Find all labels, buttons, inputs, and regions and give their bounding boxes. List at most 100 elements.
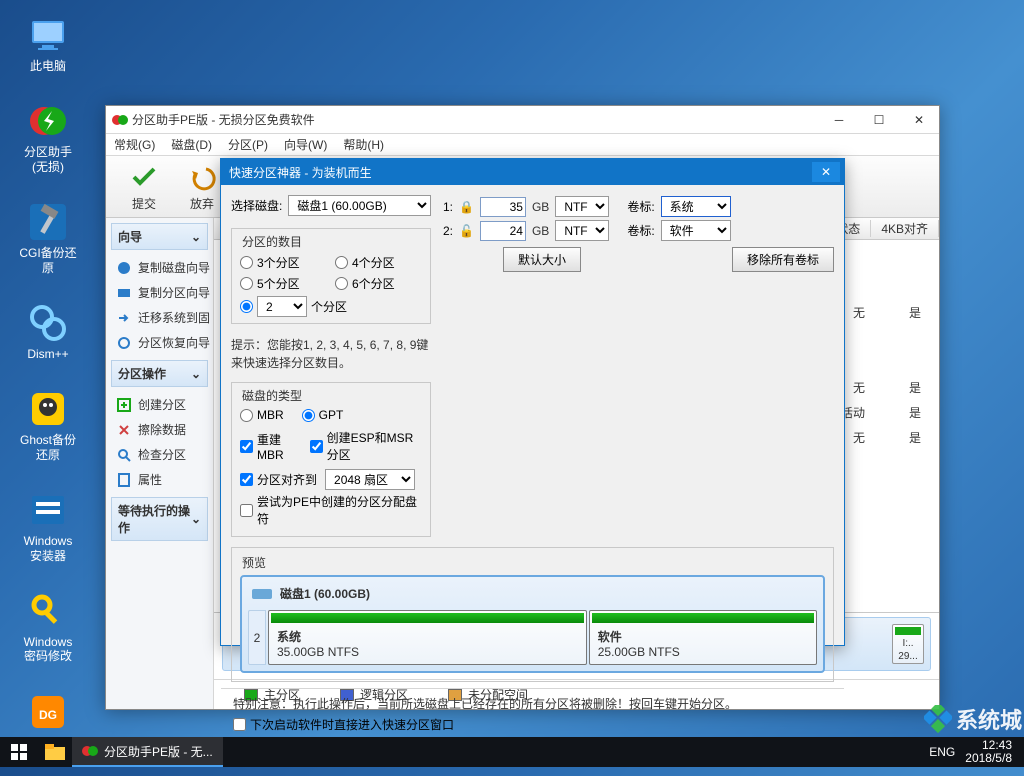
toolbar-commit[interactable]: 提交	[116, 157, 172, 216]
dialog-title-bar[interactable]: 快速分区神器 - 为装机而生 ✕	[221, 159, 844, 185]
volume-select-1[interactable]: 系统	[661, 196, 731, 217]
disk-type-group: 磁盘的类型 MBR GPT 重建MBR 创建ESP和MSR分区 分区对齐到 20…	[231, 382, 431, 537]
preview-count: 2	[248, 610, 266, 665]
custom-count-select[interactable]: 2	[257, 296, 307, 317]
taskbar-explorer[interactable]	[38, 737, 72, 767]
fs-select-1[interactable]: NTFS	[555, 196, 609, 217]
maximize-button[interactable]: ☐	[859, 106, 899, 134]
size-input-2[interactable]	[480, 221, 526, 241]
menu-help[interactable]: 帮助(H)	[343, 136, 384, 153]
undo-icon	[186, 161, 218, 193]
check-partition-icon	[116, 447, 132, 463]
tray-lang[interactable]: ENG	[929, 745, 955, 759]
select-disk-label: 选择磁盘:	[231, 197, 282, 214]
desktop-icons: 此电脑 分区助手(无损) CGI备份还原 Dism++ Ghost备份还原 Wi…	[18, 15, 78, 764]
checkbox-rebuild-mbr[interactable]: 重建MBR	[240, 429, 300, 463]
check-icon	[128, 161, 160, 193]
start-button[interactable]	[0, 737, 38, 767]
hint-text: 提示：您能按1, 2, 3, 4, 5, 6, 7, 8, 9键来快速选择分区数…	[231, 336, 431, 372]
sidebar-item-properties[interactable]: 属性	[106, 467, 213, 492]
title-bar[interactable]: 分区助手PE版 - 无损分区免费软件 ─ ☐ ✕	[106, 106, 939, 134]
desktop-icon-dism[interactable]: Dism++	[18, 303, 78, 361]
chevron-icon: ⌄	[191, 512, 201, 526]
desktop-icon-this-pc[interactable]: 此电脑	[18, 15, 78, 73]
folder-icon	[45, 744, 65, 760]
close-button[interactable]: ✕	[899, 106, 939, 134]
disk-icon	[252, 587, 272, 601]
sidebar-section-wizard[interactable]: 向导⌄	[111, 223, 208, 250]
preview-partition-2[interactable]: 软件25.00GB NTFS	[589, 610, 817, 665]
align-select[interactable]: 2048 扇区	[325, 469, 415, 490]
sidebar-item-create[interactable]: 创建分区	[106, 392, 213, 417]
windows-icon	[11, 744, 27, 760]
remove-labels-button[interactable]: 移除所有卷标	[732, 247, 834, 272]
lock-icon[interactable]: 🔓	[459, 224, 474, 238]
preview-partition-1[interactable]: 系统35.00GB NTFS	[268, 610, 587, 665]
default-size-button[interactable]: 默认大小	[503, 247, 581, 272]
menu-partition[interactable]: 分区(P)	[228, 136, 268, 153]
sidebar-section-operations[interactable]: 分区操作⌄	[111, 360, 208, 387]
menu-general[interactable]: 常规(G)	[114, 136, 155, 153]
preview-disk: 磁盘1 (60.00GB) 2 系统35.00GB NTFS 软件25.00GB…	[240, 575, 825, 673]
pc-icon	[28, 15, 68, 55]
desktop-icon-partition-assist[interactable]: 分区助手(无损)	[18, 101, 78, 174]
sidebar-item-copy-partition[interactable]: 复制分区向导	[106, 280, 213, 305]
partition-icon	[28, 101, 68, 141]
checkbox-direct-enter[interactable]: 下次启动软件时直接进入快速分区窗口	[233, 716, 832, 733]
menu-wizard[interactable]: 向导(W)	[284, 136, 327, 153]
partition-copy-icon	[116, 285, 132, 301]
gear-icon	[28, 303, 68, 343]
desktop-icon-cgi[interactable]: CGI备份还原	[18, 202, 78, 275]
fs-select-2[interactable]: NTFS	[555, 220, 609, 241]
checkbox-align[interactable]: 分区对齐到 2048 扇区	[240, 469, 422, 490]
size-input-1[interactable]	[480, 197, 526, 217]
preview-group: 预览 磁盘1 (60.00GB) 2 系统35.00GB NTFS 软件25.0…	[231, 547, 834, 682]
sidebar-item-wipe[interactable]: 擦除数据	[106, 417, 213, 442]
warning-text: 特别注意：执行此操作后，当前所选磁盘上已经存在的所有分区将被删除！按回车键开始分…	[233, 695, 832, 712]
sidebar-section-pending[interactable]: 等待执行的操作⌄	[111, 497, 208, 541]
disk-partition-i[interactable]: I:..29...	[892, 624, 924, 664]
volume-select-2[interactable]: 软件	[661, 220, 731, 241]
checkbox-create-esp[interactable]: 创建ESP和MSR分区	[310, 429, 422, 463]
checkbox-pe-letter[interactable]: 尝试为PE中创建的分区分配盘符	[240, 493, 422, 527]
radio-4-partitions[interactable]: 4个分区	[335, 254, 422, 271]
menu-bar: 常规(G) 磁盘(D) 分区(P) 向导(W) 帮助(H)	[106, 134, 939, 156]
desktop-icon-password[interactable]: Windows密码修改	[18, 591, 78, 664]
app-icon	[82, 743, 98, 759]
sidebar-item-recover[interactable]: 分区恢复向导	[106, 330, 213, 355]
dialog-close-button[interactable]: ✕	[812, 162, 840, 182]
watermark: 系统城	[924, 703, 1022, 735]
col-4kb[interactable]: 4KB对齐	[871, 220, 939, 237]
lock-icon[interactable]: 🔒	[459, 200, 474, 214]
radio-6-partitions[interactable]: 6个分区	[335, 275, 422, 292]
taskbar: 分区助手PE版 - 无... ENG 12:43 2018/5/8	[0, 737, 1024, 767]
app-icon	[112, 112, 128, 128]
create-icon	[116, 397, 132, 413]
watermark-logo	[924, 705, 952, 733]
menu-disk[interactable]: 磁盘(D)	[171, 136, 212, 153]
sidebar: 向导⌄ 复制磁盘向导 复制分区向导 迁移系统到固 分区恢复向导 分区操作⌄ 创建…	[106, 218, 214, 709]
desktop-icon-wininst[interactable]: Windows安装器	[18, 490, 78, 563]
radio-gpt[interactable]: GPT	[302, 408, 344, 422]
sidebar-item-copy-disk[interactable]: 复制磁盘向导	[106, 255, 213, 280]
hammer-icon	[28, 202, 68, 242]
desktop-icon-ghost[interactable]: Ghost备份还原	[18, 389, 78, 462]
ghost-icon	[28, 389, 68, 429]
sidebar-item-check[interactable]: 检查分区	[106, 442, 213, 467]
radio-3-partitions[interactable]: 3个分区	[240, 254, 327, 271]
dialog-title: 快速分区神器 - 为装机而生	[229, 164, 812, 181]
installer-icon	[28, 490, 68, 530]
disk-select[interactable]: 磁盘1 (60.00GB)	[288, 195, 431, 216]
svg-text:DG: DG	[39, 708, 57, 722]
partition-row-1: 1: 🔒 GB NTFS 卷标: 系统	[443, 196, 834, 217]
minimize-button[interactable]: ─	[819, 106, 859, 134]
radio-5-partitions[interactable]: 5个分区	[240, 275, 327, 292]
partition-row-2: 2: 🔓 GB NTFS 卷标: 软件	[443, 220, 834, 241]
taskbar-app[interactable]: 分区助手PE版 - 无...	[72, 737, 223, 767]
tray-date[interactable]: 2018/5/8	[965, 752, 1012, 765]
radio-custom-partitions[interactable]: 2 个分区	[240, 296, 422, 317]
radio-mbr[interactable]: MBR	[240, 408, 284, 422]
wipe-icon	[116, 422, 132, 438]
sidebar-item-migrate[interactable]: 迁移系统到固	[106, 305, 213, 330]
disk-copy-icon	[116, 260, 132, 276]
